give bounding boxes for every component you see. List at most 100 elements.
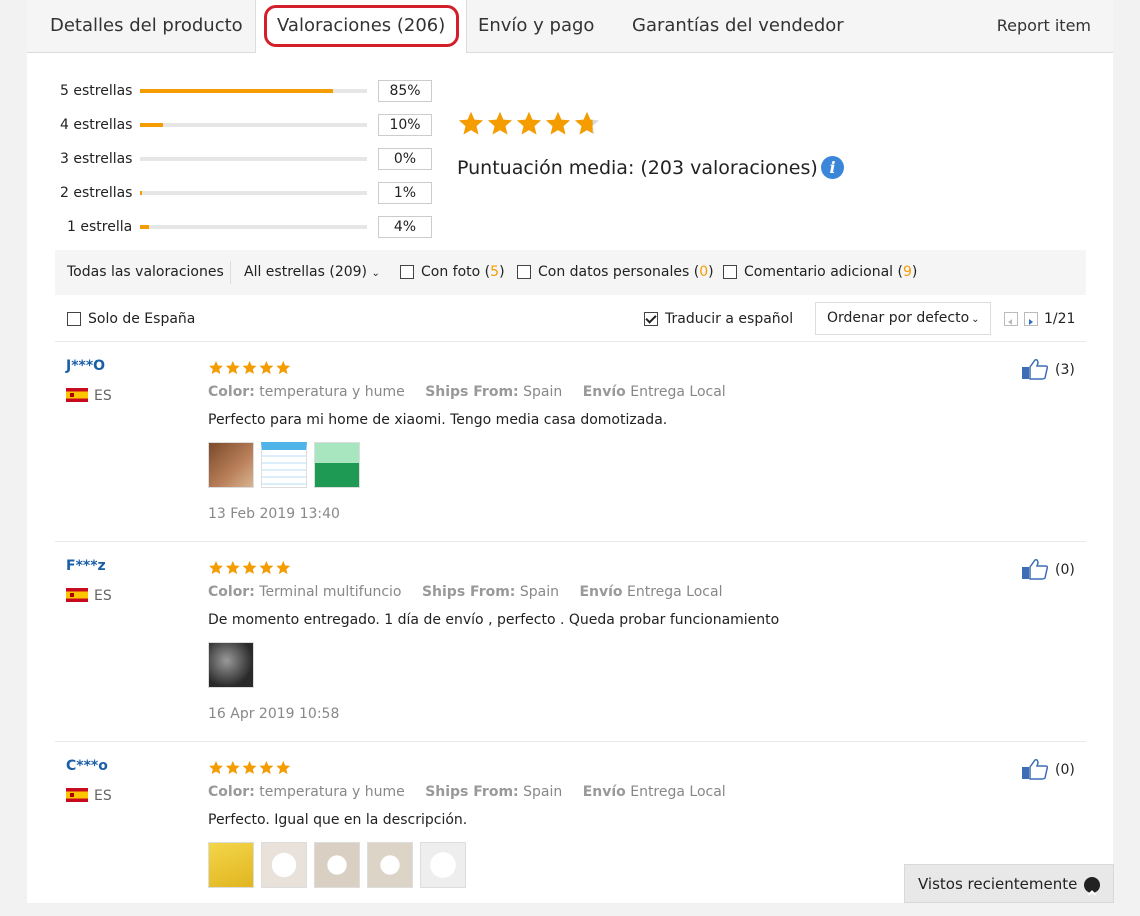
only-spain-option[interactable]: Solo de España: [67, 303, 195, 335]
spain-flag-icon: [66, 788, 88, 802]
reviewer-name[interactable]: F***z: [66, 558, 106, 574]
review-photo[interactable]: [420, 842, 466, 888]
country-code: ES: [94, 388, 112, 404]
filter-stars-value: All estrellas (209): [244, 264, 368, 280]
review-photo[interactable]: [208, 642, 254, 688]
checkbox[interactable]: [723, 265, 737, 279]
review-photo[interactable]: [208, 842, 254, 888]
chevron-up-icon: [1084, 877, 1100, 896]
filter-with-photo[interactable]: Con foto (5): [400, 250, 505, 295]
helpful-button[interactable]: (0): [1021, 758, 1075, 780]
info-icon[interactable]: i: [821, 156, 844, 179]
reviewer-country: ES: [66, 788, 112, 804]
filter-personal-data-label: Con datos personales: [538, 264, 690, 280]
histogram-label: 1 estrella: [67, 219, 133, 235]
reviewer-name[interactable]: J***O: [66, 358, 105, 374]
review-photo[interactable]: [367, 842, 413, 888]
histogram-percent: 4%: [378, 216, 432, 238]
reviewer-country: ES: [66, 388, 112, 404]
filter-additional-comment[interactable]: Comentario adicional (9): [723, 250, 917, 295]
review-photo[interactable]: [261, 442, 307, 488]
spain-flag-icon: [66, 388, 88, 402]
tab-shipping-payment[interactable]: Envío y pago: [478, 0, 594, 52]
attr-ships-from: Spain: [523, 384, 563, 400]
review-text: De momento entregado. 1 día de envío , p…: [208, 612, 780, 628]
review-item: F***z ES Color: Terminal multifuncio Shi…: [55, 542, 1086, 742]
checkbox-checked[interactable]: [644, 312, 658, 326]
attr-label: Envío: [582, 384, 626, 400]
review-stars: [208, 560, 291, 576]
filter-stars-dropdown[interactable]: All estrellas (209) ⌄: [244, 250, 380, 296]
sort-dropdown[interactable]: Ordenar por defecto ⌄: [815, 302, 991, 335]
attr-shipping: Entrega Local: [630, 784, 726, 800]
review-photo[interactable]: [314, 442, 360, 488]
reviewer-name[interactable]: C***o: [66, 758, 108, 774]
attr-color: temperatura y hume: [259, 384, 405, 400]
filter-additional-label: Comentario adicional: [744, 264, 894, 280]
average-rating-label: Puntuación media: (203 valoraciones): [457, 157, 818, 179]
tab-reviews[interactable]: Valoraciones (206): [255, 0, 468, 53]
review-text: Perfecto. Igual que en la descripción.: [208, 812, 468, 828]
attr-color: temperatura y hume: [259, 784, 405, 800]
review-stars: [208, 760, 291, 776]
filter-count: 9: [902, 264, 912, 280]
country-code: ES: [94, 588, 112, 604]
review-text: Perfecto para mi home de xiaomi. Tengo m…: [208, 412, 668, 428]
chevron-down-icon: ⌄: [371, 268, 380, 279]
checkbox[interactable]: [517, 265, 531, 279]
report-item-link[interactable]: Report item: [997, 0, 1091, 52]
histogram-track: [140, 89, 367, 93]
histogram-track: [140, 191, 367, 195]
country-code: ES: [94, 788, 112, 804]
histogram-fill: [140, 191, 142, 195]
filter-personal-data[interactable]: Con datos personales (0): [517, 250, 714, 295]
histogram-label: 2 estrellas: [60, 185, 133, 201]
checkbox[interactable]: [400, 265, 414, 279]
helpful-button[interactable]: (3): [1021, 358, 1075, 380]
review-photo[interactable]: [314, 842, 360, 888]
attr-ships-from: Spain: [523, 784, 563, 800]
histogram-fill: [140, 225, 149, 229]
spain-flag-icon: [66, 588, 88, 602]
star-rating-icon: [209, 361, 291, 374]
tab-seller-guarantees[interactable]: Garantías del vendedor: [632, 0, 844, 52]
review-attributes: Color: temperatura y hume Ships From: Sp…: [208, 384, 726, 400]
arrow-right-icon: [1029, 319, 1033, 325]
thumbs-up-icon: [1022, 359, 1049, 380]
helpful-count: (0): [1055, 562, 1075, 578]
histogram-fill: [140, 123, 163, 127]
tab-bar: Detalles del producto Valoraciones (206)…: [27, 0, 1113, 53]
filter-with-photo-label: Con foto: [421, 264, 481, 280]
checkbox[interactable]: [67, 312, 81, 326]
only-spain-label: Solo de España: [88, 311, 196, 327]
histogram-track: [140, 225, 367, 229]
attr-label: Color:: [208, 784, 255, 800]
helpful-count: (3): [1055, 362, 1075, 378]
filter-count: 0: [699, 264, 709, 280]
histogram-percent: 0%: [378, 148, 432, 170]
filter-all-reviews[interactable]: Todas las valoraciones: [67, 250, 224, 295]
prev-page-button[interactable]: [1004, 312, 1018, 326]
recently-viewed-toggle[interactable]: Vistos recientemente: [904, 864, 1114, 903]
filter-count: 5: [490, 264, 500, 280]
helpful-count: (0): [1055, 762, 1075, 778]
chevron-down-icon: ⌄: [971, 314, 980, 325]
translate-option[interactable]: Traducir a español: [644, 303, 793, 335]
thumbs-up-icon: [1022, 559, 1049, 580]
next-page-button[interactable]: [1024, 312, 1038, 326]
helpful-button[interactable]: (0): [1021, 558, 1075, 580]
recently-viewed-label: Vistos recientemente: [918, 875, 1078, 893]
tab-product-details[interactable]: Detalles del producto: [50, 0, 243, 52]
histogram-label: 4 estrellas: [60, 117, 133, 133]
attr-label: Envío: [582, 784, 626, 800]
average-rating-stars: [457, 110, 601, 144]
attr-label: Envío: [579, 584, 623, 600]
star-rating-icon: [458, 111, 600, 135]
review-photo[interactable]: [208, 442, 254, 488]
attr-label: Color:: [208, 584, 255, 600]
histogram-track: [140, 123, 367, 127]
histogram-percent: 10%: [378, 114, 432, 136]
arrow-left-icon: [1008, 319, 1012, 325]
review-photo[interactable]: [261, 842, 307, 888]
star-rating-icon: [209, 561, 291, 574]
